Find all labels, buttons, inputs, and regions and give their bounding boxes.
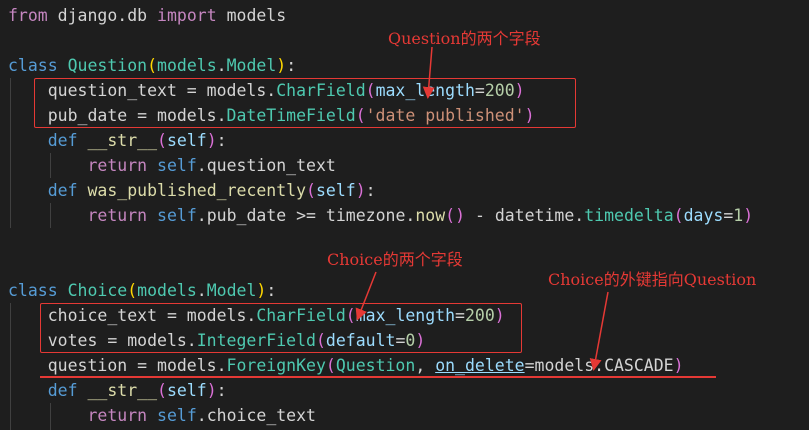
code-editor[interactable]: from django.db import models class Questi… [0,0,809,430]
question-arrow [422,46,435,99]
choice-arrow [355,271,377,321]
foreign-key-annotation: Choice的外键指向Question [548,270,757,289]
choice-fields-annotation: Choice的两个字段 [327,250,463,269]
question-fields-annotation: Question的两个字段 [388,29,541,48]
foreign-key-arrow [589,291,609,371]
annotation-arrows [355,46,609,371]
